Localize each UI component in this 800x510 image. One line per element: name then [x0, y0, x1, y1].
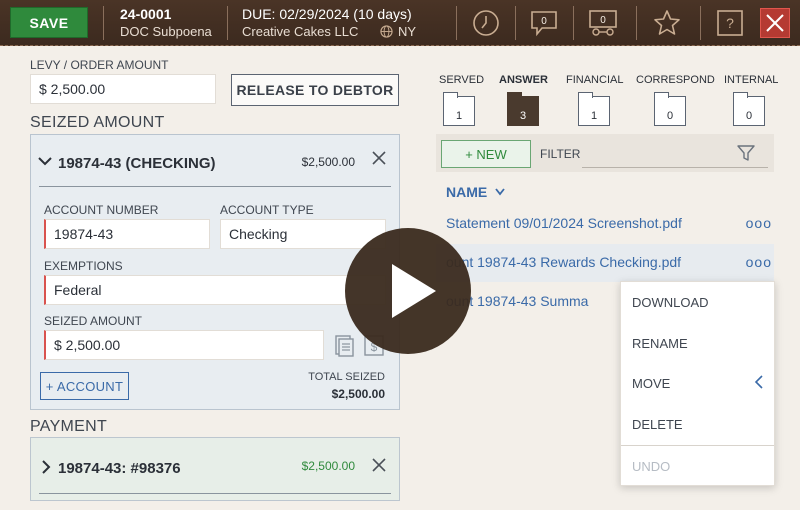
clipboard-icon[interactable]	[333, 333, 355, 362]
tab-correspond[interactable]: CORRESPOND	[636, 74, 715, 86]
file-row[interactable]: Statement 09/01/2024 Screenshot.pdf ooo	[436, 205, 774, 243]
play-button-icon[interactable]	[345, 228, 471, 354]
seized-amount-label: SEIZED AMOUNT	[44, 314, 143, 328]
state-code: NY	[398, 24, 417, 39]
file-row[interactable]: ount 19874-43 Rewards Checking.pdf ooo	[436, 244, 774, 282]
seized-card-title: 19874-43 (CHECKING)	[58, 155, 216, 172]
tab-served[interactable]: SERVED	[439, 74, 484, 86]
case-number-suffix: -0001	[135, 6, 172, 22]
remove-account-icon[interactable]	[371, 149, 387, 172]
exemptions-label: EXEMPTIONS	[44, 259, 123, 273]
new-document-button[interactable]: + NEW	[441, 140, 531, 168]
state-indicator: NY	[380, 24, 416, 39]
case-type: DOC Subpoena	[120, 24, 212, 39]
seized-amount-heading: SEIZED AMOUNT	[30, 114, 165, 131]
account-type-label: ACCOUNT TYPE	[220, 203, 314, 217]
documents-toolbar: + NEW FILTER	[436, 134, 774, 172]
file-context-menu: DOWNLOAD RENAME MOVE DELETE UNDO	[620, 281, 775, 486]
header-divider	[103, 6, 104, 40]
levy-amount-label: LEVY / ORDER AMOUNT	[30, 58, 169, 72]
name-column-header[interactable]: NAME	[446, 184, 506, 200]
seized-card-header[interactable]: 19874-43 (CHECKING) $2,500.00	[31, 135, 399, 187]
close-icon[interactable]	[760, 8, 790, 38]
payment-card-amount: $2,500.00	[301, 459, 355, 473]
contacts-icon[interactable]: 0	[587, 7, 619, 39]
menu-move[interactable]: MOVE	[632, 376, 670, 391]
chevron-left-icon	[754, 374, 764, 395]
row-menu-icon[interactable]: ooo	[746, 254, 772, 270]
header-divider	[573, 6, 574, 40]
header-divider	[700, 6, 701, 40]
total-seized-value: $2,500.00	[331, 387, 385, 401]
menu-undo: UNDO	[632, 459, 671, 474]
name-header-label: NAME	[446, 184, 488, 200]
header-divider	[456, 6, 457, 40]
case-number-prefix: 24	[120, 6, 136, 22]
due-date: DUE: 02/29/2024 (10 days)	[242, 6, 412, 22]
sort-chevron-icon	[495, 188, 505, 196]
filter-label: FILTER	[540, 147, 581, 161]
payment-card-title: 19874-43: #98376	[58, 460, 181, 477]
financial-count: 1	[590, 110, 598, 122]
levy-amount-input[interactable]: $ 2,500.00	[30, 74, 216, 104]
menu-divider	[621, 445, 774, 446]
save-button[interactable]: SAVE	[10, 7, 88, 38]
menu-download[interactable]: DOWNLOAD	[632, 295, 709, 310]
total-seized-label: TOTAL SEIZED	[308, 371, 385, 383]
folder-financial-icon[interactable]: 1	[578, 92, 610, 126]
folder-internal-icon[interactable]: 0	[733, 92, 765, 126]
add-account-button[interactable]: + ACCOUNT	[40, 372, 129, 400]
notes-icon[interactable]: 0	[528, 7, 560, 39]
tab-internal[interactable]: INTERNAL	[724, 74, 778, 86]
notes-count: 0	[541, 16, 547, 27]
file-name[interactable]: Statement 09/01/2024 Screenshot.pdf	[446, 215, 682, 231]
header-divider	[515, 6, 516, 40]
exemptions-select[interactable]: Federal	[44, 275, 386, 305]
tab-financial[interactable]: FINANCIAL	[566, 74, 623, 86]
history-clock-icon[interactable]	[470, 7, 502, 39]
account-number-label: ACCOUNT NUMBER	[44, 203, 159, 217]
menu-rename[interactable]: RENAME	[632, 336, 688, 351]
card-divider	[39, 186, 391, 187]
file-name[interactable]: ount 19874-43 Rewards Checking.pdf	[446, 254, 681, 270]
payment-card: 19874-43: #98376 $2,500.00	[30, 437, 400, 501]
filter-funnel-icon[interactable]	[736, 143, 756, 168]
card-divider	[39, 493, 391, 494]
seized-card-amount: $2,500.00	[301, 155, 355, 169]
tab-answer[interactable]: ANSWER	[499, 74, 548, 86]
case-number: 24-0001	[120, 6, 171, 22]
internal-count: 0	[745, 110, 753, 122]
payment-card-header[interactable]: 19874-43: #98376 $2,500.00	[31, 438, 399, 490]
chevron-right-icon[interactable]	[39, 459, 53, 480]
served-count: 1	[455, 110, 463, 122]
menu-delete[interactable]: DELETE	[632, 417, 683, 432]
seized-amount-input[interactable]: $ 2,500.00	[44, 330, 324, 360]
header-divider	[636, 6, 637, 40]
account-number-input[interactable]: 19874-43	[44, 219, 210, 249]
folder-answer-icon[interactable]: 3	[507, 92, 539, 126]
company-name: Creative Cakes LLC	[242, 24, 359, 39]
header-divider	[227, 6, 228, 40]
release-to-debtor-button[interactable]: RELEASE TO DEBTOR	[231, 74, 399, 106]
star-icon[interactable]	[651, 7, 683, 39]
globe-icon	[380, 25, 393, 38]
top-bar: SAVE 24-0001 DOC Subpoena DUE: 02/29/202…	[0, 0, 800, 46]
row-menu-icon[interactable]: ooo	[746, 215, 772, 231]
folder-served-icon[interactable]: 1	[443, 92, 475, 126]
seized-account-card: 19874-43 (CHECKING) $2,500.00 ACCOUNT NU…	[30, 134, 400, 410]
help-icon[interactable]: ?	[714, 7, 746, 39]
contacts-count: 0	[600, 15, 606, 26]
folder-correspond-icon[interactable]: 0	[654, 92, 686, 126]
chevron-down-icon[interactable]	[37, 153, 53, 174]
account-type-select[interactable]: Checking	[220, 219, 386, 249]
answer-count: 3	[519, 110, 527, 122]
correspond-count: 0	[666, 110, 674, 122]
svg-text:?: ?	[726, 15, 734, 31]
payment-heading: PAYMENT	[30, 418, 108, 435]
remove-payment-icon[interactable]	[371, 456, 387, 479]
